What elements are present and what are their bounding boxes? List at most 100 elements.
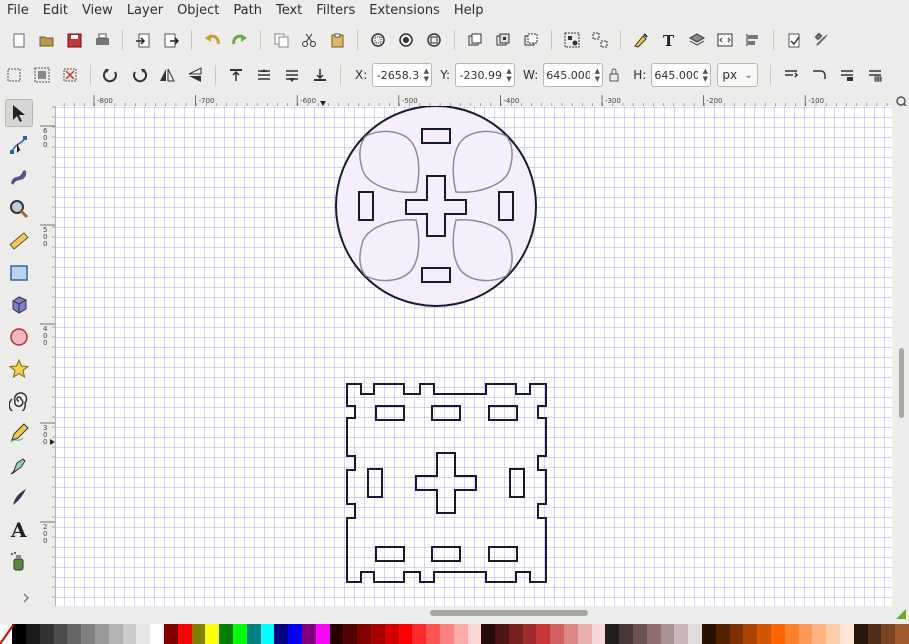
color-swatch[interactable] [274,624,289,644]
h-spinbox[interactable]: ▲▼ [651,63,712,87]
color-swatch[interactable] [301,624,316,644]
color-swatch[interactable] [329,624,344,644]
deselect-icon[interactable] [58,63,82,87]
color-swatch[interactable] [702,624,716,644]
color-swatch[interactable] [177,624,192,644]
copy-icon[interactable] [269,28,293,52]
ellipse-tool-icon[interactable] [5,323,33,351]
color-swatch[interactable] [605,624,620,644]
paste-icon[interactable] [325,28,349,52]
color-swatch[interactable] [619,624,634,644]
menu-text[interactable]: Text [269,0,309,22]
color-swatch[interactable] [674,624,689,644]
color-swatch[interactable] [729,624,744,644]
color-swatch[interactable] [467,624,482,644]
zoom-page-icon[interactable] [422,28,446,52]
color-swatch[interactable] [136,624,151,644]
drawing-canvas[interactable] [56,106,892,606]
color-swatch[interactable] [715,624,730,644]
pen-tool-icon[interactable] [5,451,33,479]
save-icon[interactable] [62,28,86,52]
color-swatch[interactable] [536,624,551,644]
square-piece[interactable] [346,383,547,583]
spray-tool-icon[interactable] [5,547,33,575]
color-swatch[interactable] [26,624,40,644]
raise-icon[interactable] [252,63,276,87]
color-swatch[interactable] [246,624,261,644]
xml-editor-icon[interactable] [713,28,737,52]
color-swatch[interactable] [840,624,854,644]
color-swatch[interactable] [94,624,109,644]
ungroup-icon[interactable] [588,28,612,52]
align-distribute-icon[interactable] [741,28,765,52]
color-swatch[interactable] [633,624,647,644]
color-swatch[interactable] [577,624,592,644]
node-tool-icon[interactable] [5,131,33,159]
rotate-ccw-icon[interactable] [99,63,123,87]
lower-icon[interactable] [280,63,304,87]
rect-tool-icon[interactable] [5,259,33,287]
color-swatch[interactable] [453,624,468,644]
color-swatch[interactable] [853,624,868,644]
select-all-icon[interactable] [2,63,26,87]
zoom-tool-icon[interactable] [5,195,33,223]
menu-extensions[interactable]: Extensions [362,0,447,22]
color-swatch[interactable] [895,624,909,644]
zoom-drawing-icon[interactable] [394,28,418,52]
color-swatch[interactable] [191,624,206,644]
selector-tool-icon[interactable] [5,99,33,127]
unlink-clone-icon[interactable] [519,28,543,52]
select-all-layers-icon[interactable] [30,63,54,87]
color-swatch[interactable] [384,624,399,644]
w-stepper-icon[interactable]: ▲ ▼ [592,64,602,86]
color-swatch[interactable] [12,624,26,644]
menu-path[interactable]: Path [226,0,269,22]
color-swatch[interactable] [881,624,896,644]
calligraphy-tool-icon[interactable] [5,483,33,511]
color-swatch[interactable] [370,624,385,644]
color-swatch[interactable] [757,624,772,644]
menu-filters[interactable]: Filters [309,0,362,22]
new-document-icon[interactable] [6,28,30,52]
color-swatch[interactable] [53,624,68,644]
menu-edit[interactable]: Edit [36,0,75,22]
color-swatch[interactable] [398,624,413,644]
transform-gradient-icon[interactable] [835,63,859,87]
pencil-tool-icon[interactable] [5,419,33,447]
flip-vertical-icon[interactable] [183,63,207,87]
color-swatch[interactable] [426,624,440,644]
y-spinbox[interactable]: ▲▼ [455,63,516,87]
vertical-scrollbar[interactable] [893,106,909,606]
horizontal-scrollbar[interactable] [56,606,892,620]
scale-corners-icon[interactable] [807,63,831,87]
zoom-selection-icon[interactable] [366,28,390,52]
color-swatch[interactable] [108,624,123,644]
x-stepper-icon[interactable]: ▲ ▼ [421,64,431,86]
scale-stroke-icon[interactable] [779,63,803,87]
color-swatch[interactable] [67,624,82,644]
color-swatch[interactable] [867,624,882,644]
h-input[interactable] [652,68,701,82]
color-swatch[interactable] [812,624,827,644]
color-swatch[interactable] [660,624,675,644]
fill-stroke-icon[interactable] [629,28,653,52]
tweak-tool-icon[interactable] [5,163,33,191]
color-swatch[interactable] [150,624,164,644]
color-swatch[interactable] [591,624,606,644]
color-swatch[interactable] [481,624,496,644]
color-swatch[interactable] [439,624,454,644]
color-swatch[interactable] [784,624,799,644]
vertical-scroll-thumb[interactable] [899,348,904,418]
circle-piece[interactable] [335,106,537,307]
open-icon[interactable] [34,28,58,52]
color-swatch[interactable] [798,624,813,644]
redo-icon[interactable] [228,28,252,52]
box3d-tool-icon[interactable] [5,291,33,319]
color-swatch[interactable] [122,624,137,644]
color-swatch[interactable] [343,624,358,644]
color-swatch[interactable] [288,624,302,644]
color-swatch[interactable] [564,624,578,644]
color-swatch[interactable] [550,624,565,644]
color-swatch[interactable] [508,624,523,644]
unit-select[interactable]: px ⌄ [717,63,758,87]
